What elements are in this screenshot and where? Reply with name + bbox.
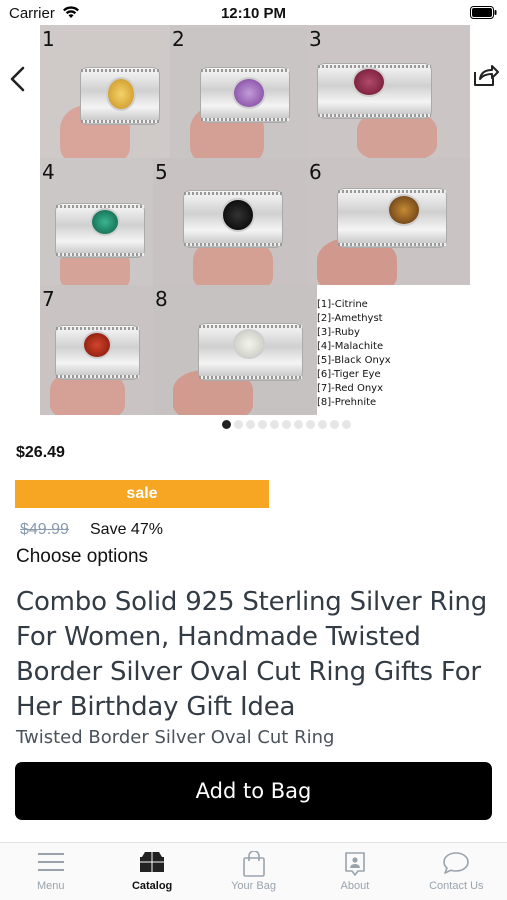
ring-tile-1: 1 (40, 25, 170, 158)
tab-label: Your Bag (231, 880, 276, 892)
product-title: Combo Solid 925 Sterling Silver Ring For… (16, 587, 488, 722)
ring-tile-4: 4 (40, 158, 153, 285)
product-price: $26.49 (16, 444, 65, 461)
ring-tile-7: 7 (40, 285, 153, 415)
page-dot[interactable] (342, 420, 351, 429)
page-dot[interactable] (294, 420, 303, 429)
menu-icon (37, 853, 64, 871)
legend-item: [2]-Amethyst (317, 313, 383, 324)
tile-number: 4 (42, 160, 55, 184)
legend-item: [7]-Red Onyx (317, 383, 383, 394)
legend-item: [1]-Citrine (317, 299, 368, 310)
catalog-icon (140, 852, 165, 872)
legend-item: [5]-Black Onyx (317, 355, 391, 366)
ring-tile-6: 6 (307, 158, 470, 285)
page-dot[interactable] (318, 420, 327, 429)
original-price: $49.99 (20, 521, 69, 538)
gemstone-legend: [1]-Citrine [2]-Amethyst [3]-Ruby [4]-Ma… (317, 298, 391, 410)
legend-item: [6]-Tiger Eye (317, 369, 381, 380)
product-subtitle: Twisted Border Silver Oval Cut Ring (16, 727, 335, 748)
tab-label: Catalog (131, 880, 173, 892)
ring-tile-2: 2 (170, 25, 307, 158)
product-image-carousel[interactable]: 1 2 3 4 5 6 7 8 [1]-Citrine [2]-Amethyst… (40, 25, 470, 429)
tile-number: 2 (172, 27, 185, 51)
page-dot[interactable] (270, 420, 279, 429)
tab-label: Contact Us (429, 880, 484, 892)
chat-icon (443, 852, 470, 874)
legend-item: [3]-Ruby (317, 327, 360, 338)
page-dot[interactable] (306, 420, 315, 429)
add-to-bag-button[interactable]: Add to Bag (15, 762, 492, 820)
tab-your-bag[interactable]: Your Bag (203, 843, 304, 900)
page-dot[interactable] (282, 420, 291, 429)
tile-number: 8 (155, 287, 168, 311)
page-dot[interactable] (258, 420, 267, 429)
tile-number: 1 (42, 27, 55, 51)
about-icon (345, 852, 365, 876)
choose-options-link[interactable]: Choose options (16, 546, 148, 568)
tab-menu[interactable]: Menu (0, 843, 101, 900)
legend-item: [4]-Malachite (317, 341, 384, 352)
legend-item: [8]-Prehnite (317, 397, 377, 408)
tab-contact-us[interactable]: Contact Us (406, 843, 507, 900)
back-button[interactable] (6, 62, 32, 96)
status-bar: Carrier 12:10 PM (0, 0, 507, 28)
page-dot[interactable] (330, 420, 339, 429)
ring-tile-8: 8 (153, 285, 317, 415)
tab-label: Menu (36, 880, 65, 892)
tile-number: 6 (309, 160, 322, 184)
share-button[interactable] (471, 60, 499, 90)
tab-about[interactable]: About (304, 843, 405, 900)
page-dot[interactable] (222, 420, 231, 429)
tab-catalog[interactable]: Catalog (101, 843, 202, 900)
tab-label: About (340, 880, 370, 892)
tile-number: 3 (309, 27, 322, 51)
tab-bar: Menu Catalog Your Bag About Contact Us (0, 842, 507, 900)
ring-tile-3: 3 (307, 25, 470, 158)
ring-tile-5: 5 (153, 158, 307, 285)
carousel-page-indicator[interactable] (222, 420, 351, 430)
page-dot[interactable] (234, 420, 243, 429)
savings-text: Save 47% (90, 521, 163, 538)
tile-number: 7 (42, 287, 55, 311)
bag-icon (242, 851, 265, 877)
battery-icon (470, 6, 497, 19)
status-time: 12:10 PM (220, 5, 287, 22)
page-dot[interactable] (246, 420, 255, 429)
sale-badge: sale (15, 480, 269, 508)
tile-number: 5 (155, 160, 168, 184)
